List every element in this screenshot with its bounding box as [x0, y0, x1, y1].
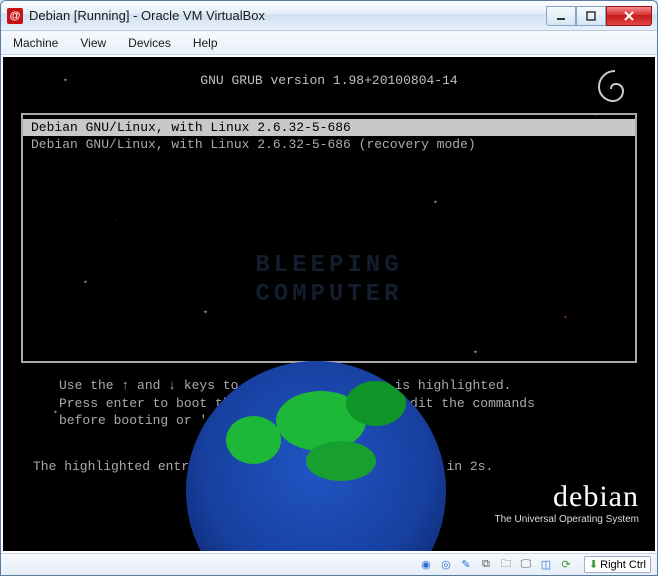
debian-swirl-icon — [591, 65, 639, 113]
recording-icon[interactable]: ⟳ — [558, 557, 574, 573]
shared-folder-icon[interactable]: 🗀 — [498, 557, 514, 573]
app-icon: @ — [7, 8, 23, 24]
boot-entry-0[interactable]: Debian GNU/Linux, with Linux 2.6.32-5-68… — [23, 119, 635, 136]
mouse-icon[interactable]: ◫ — [538, 557, 554, 573]
grub-header: GNU GRUB version 1.98+20100804-14 — [3, 73, 655, 88]
close-button[interactable] — [606, 6, 652, 26]
usb-icon[interactable]: ✎ — [458, 557, 474, 573]
arrow-down-icon: ⬇ — [589, 558, 598, 571]
display-icon[interactable]: 🖵 — [518, 557, 534, 573]
boot-entry-1[interactable]: Debian GNU/Linux, with Linux 2.6.32-5-68… — [23, 136, 635, 153]
debian-tagline: The Universal Operating System — [494, 514, 639, 525]
hard-disk-icon[interactable]: ◉ — [418, 557, 434, 573]
debian-logo: debian The Universal Operating System — [494, 480, 639, 525]
close-icon — [623, 10, 635, 22]
debian-wordmark: debian — [494, 480, 639, 514]
minimize-button[interactable] — [546, 6, 576, 26]
maximize-icon — [586, 11, 596, 21]
optical-disk-icon[interactable]: ◎ — [438, 557, 454, 573]
window-controls — [546, 6, 652, 26]
titlebar[interactable]: @ Debian [Running] - Oracle VM VirtualBo… — [1, 1, 657, 31]
statusbar: ◉ ◎ ✎ ⧉ 🗀 🖵 ◫ ⟳ ⬇ Right Ctrl — [1, 553, 657, 575]
host-key-label: Right Ctrl — [600, 559, 646, 571]
maximize-button[interactable] — [576, 6, 606, 26]
host-key-indicator[interactable]: ⬇ Right Ctrl — [584, 556, 651, 573]
menu-machine[interactable]: Machine — [9, 34, 62, 52]
guest-display[interactable]: ✦ · ✦ ✦ ✦ ✦ ✦ · ✦ · GNU GRUB version 1.9… — [3, 57, 655, 551]
menu-devices[interactable]: Devices — [124, 34, 175, 52]
boot-menu[interactable]: Debian GNU/Linux, with Linux 2.6.32-5-68… — [21, 113, 637, 363]
network-icon[interactable]: ⧉ — [478, 557, 494, 573]
virtualbox-window: @ Debian [Running] - Oracle VM VirtualBo… — [0, 0, 658, 576]
minimize-icon — [556, 11, 566, 21]
menu-view[interactable]: View — [76, 34, 110, 52]
menu-help[interactable]: Help — [189, 34, 222, 52]
window-title: Debian [Running] - Oracle VM VirtualBox — [29, 8, 546, 23]
menubar: Machine View Devices Help — [1, 31, 657, 55]
